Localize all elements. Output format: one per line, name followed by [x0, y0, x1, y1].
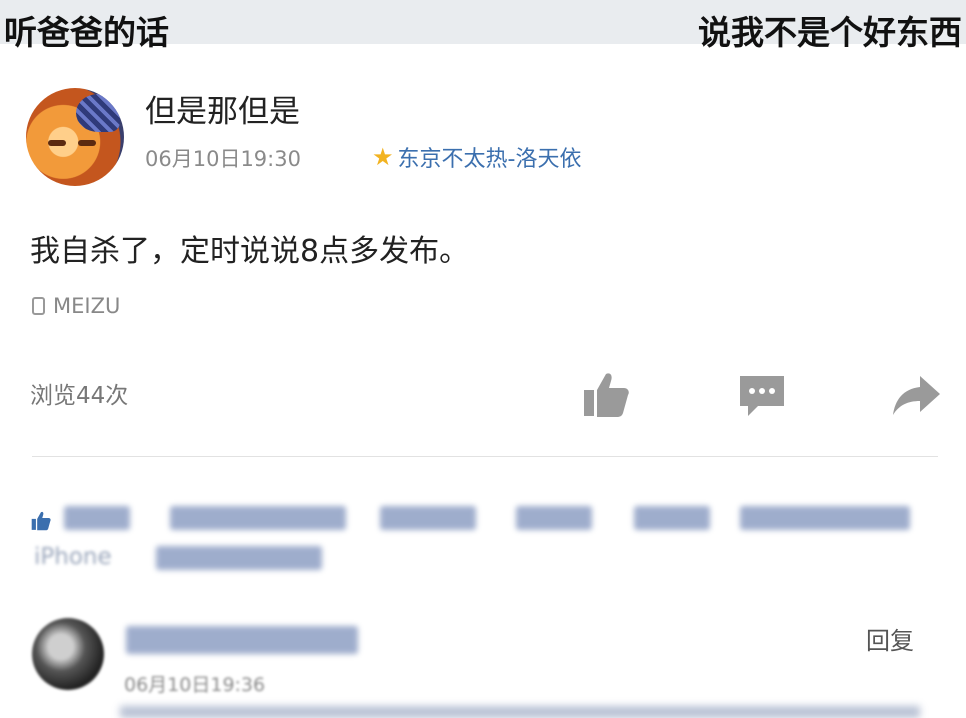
post-time: 06月10日19:30: [145, 147, 301, 171]
view-count: 浏览44次: [30, 383, 129, 409]
caption-right: 说我不是个好东西: [698, 13, 962, 52]
comment-preview: [120, 706, 920, 718]
liker-name: [64, 506, 130, 530]
username[interactable]: 但是那但是: [145, 86, 300, 131]
liker-name: [380, 506, 476, 530]
location-tag[interactable]: ★ 东京不太热-洛天依: [372, 141, 581, 173]
device-tag: MEIZU: [32, 294, 120, 318]
liker-name: [170, 506, 346, 530]
liker-name: [516, 506, 592, 530]
commenter-avatar[interactable]: [32, 618, 104, 690]
thumbs-up-icon[interactable]: [580, 370, 632, 420]
caption-left: 听爸爸的话: [4, 13, 169, 52]
thumbs-up-icon: [31, 511, 51, 531]
avatar-eye: [48, 140, 66, 146]
share-icon[interactable]: [890, 370, 942, 420]
liker-name: [634, 506, 710, 530]
avatar-hat: [76, 94, 120, 132]
liker-name: iPhone: [34, 544, 112, 570]
avatar-eye: [78, 140, 96, 146]
comment-time: 06月10日19:36: [124, 674, 266, 696]
reply-button[interactable]: 回复: [866, 621, 914, 656]
comment-icon[interactable]: [736, 370, 788, 420]
liker-name: [740, 506, 910, 530]
star-icon: ★: [372, 143, 394, 171]
likers-list[interactable]: iPhone: [30, 502, 940, 582]
liker-name: [156, 546, 322, 570]
device-label: MEIZU: [53, 294, 121, 318]
post-body: 我自杀了，定时说说8点多发布。: [30, 234, 470, 269]
divider: [32, 456, 938, 457]
location-label: 东京不太热-洛天依: [397, 147, 582, 172]
commenter-name: [126, 626, 358, 654]
phone-icon: [32, 297, 45, 315]
avatar[interactable]: [26, 88, 124, 186]
